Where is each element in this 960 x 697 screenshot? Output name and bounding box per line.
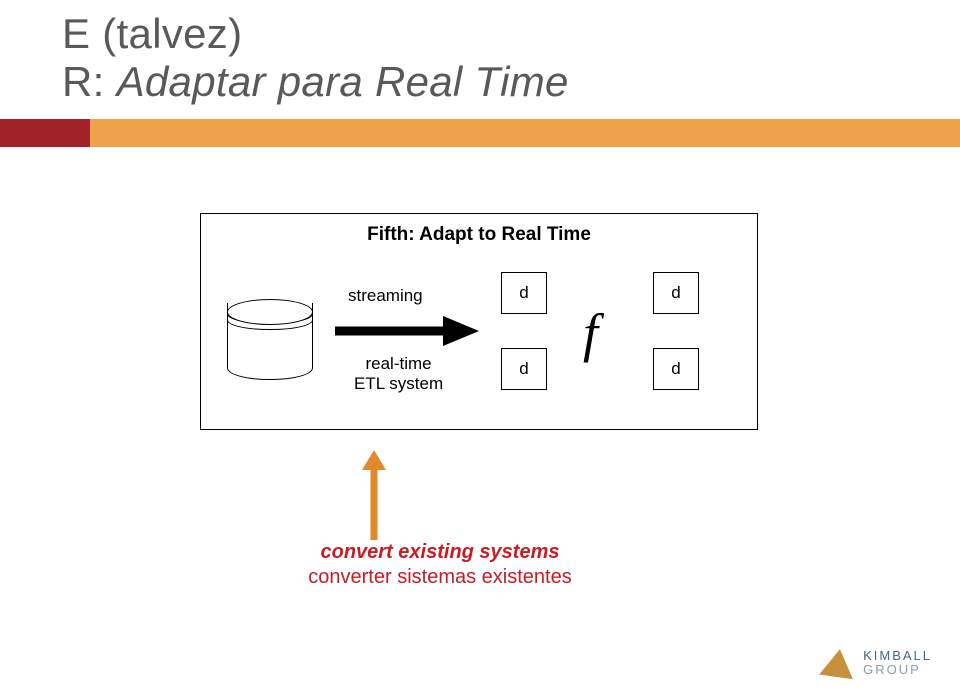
title-line2-rest: Adaptar para Real Time	[117, 58, 569, 105]
dim-box-bottom-right: d	[653, 348, 699, 390]
logo-triangle-icon	[819, 647, 857, 679]
title-line1-prefix: E	[62, 10, 102, 57]
callout-text: convert existing systems converter siste…	[235, 540, 645, 590]
callout-pt: converter sistemas existentes	[235, 565, 645, 590]
dim-box-bottom-left: d	[501, 348, 547, 390]
label-etl-line2: ETL system	[354, 374, 443, 393]
diagram-frame: Fifth: Adapt to Real Time streaming real…	[200, 213, 758, 430]
slide: E (talvez) R: Adaptar para Real Time Fif…	[0, 0, 960, 697]
title-line1: E (talvez)	[62, 10, 242, 57]
database-icon	[227, 299, 311, 379]
title-line2-prefix: R:	[62, 58, 117, 105]
fact-symbol: f	[583, 302, 598, 364]
label-streaming: streaming	[348, 286, 423, 306]
kimball-logo: KIMBALL GROUP	[821, 649, 932, 677]
logo-text-top: KIMBALL	[863, 649, 932, 663]
title-line2: R: Adaptar para Real Time	[62, 58, 569, 106]
logo-text: KIMBALL GROUP	[863, 649, 932, 676]
divider-bar-orange	[0, 119, 960, 147]
arrow-right-icon	[331, 314, 481, 348]
title-line1-paren: (talvez)	[102, 10, 242, 57]
label-etl-line1: real-time	[365, 354, 431, 373]
divider-bar-red	[0, 119, 90, 147]
dim-box-top-right: d	[653, 272, 699, 314]
callout-en: convert existing systems	[321, 541, 560, 563]
arrow-up-icon	[358, 448, 390, 542]
diagram-title: Fifth: Adapt to Real Time	[201, 224, 757, 246]
logo-text-bottom: GROUP	[863, 663, 932, 677]
slide-title: E (talvez) R: Adaptar para Real Time	[62, 10, 569, 107]
label-etl-system: real-time ETL system	[354, 354, 443, 395]
dim-box-top-left: d	[501, 272, 547, 314]
